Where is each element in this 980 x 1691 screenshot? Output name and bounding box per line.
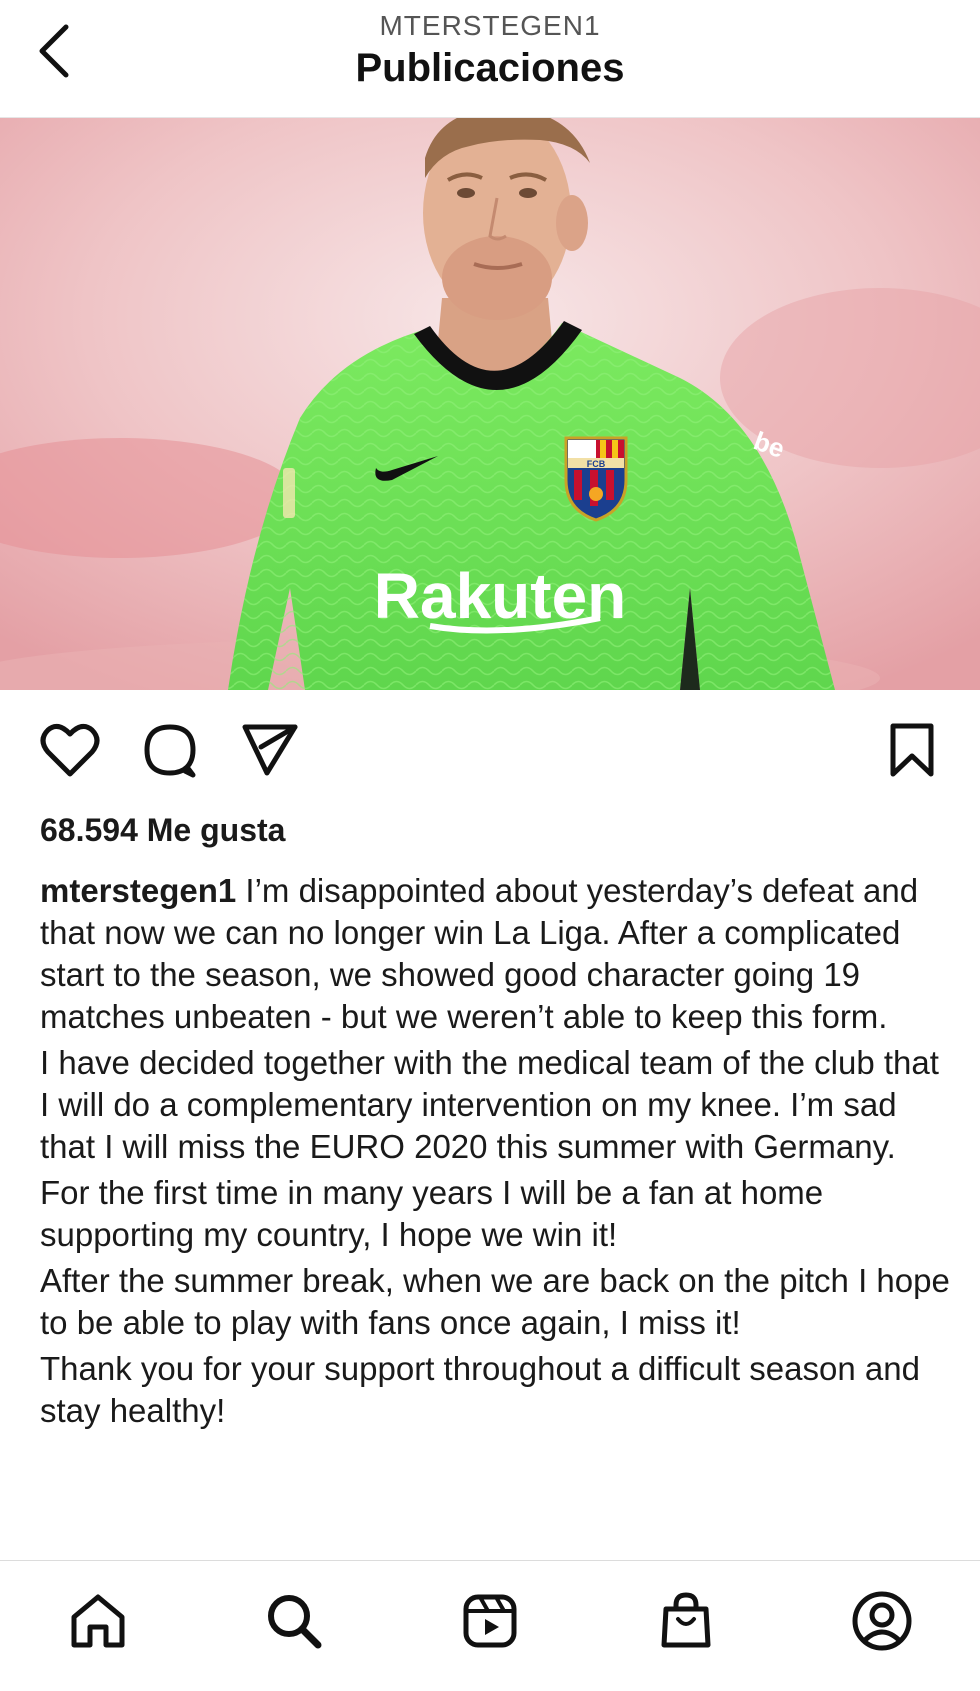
home-icon (68, 1591, 128, 1656)
like-button[interactable] (38, 720, 102, 784)
like-count[interactable]: 68.594 Me gusta (40, 812, 285, 849)
bottom-tab-bar (0, 1561, 980, 1691)
page-title: Publicaciones (355, 46, 625, 90)
shopping-bag-icon (656, 1591, 716, 1656)
header-username: MTERSTEGEN1 (379, 10, 601, 41)
send-icon (241, 721, 299, 784)
comment-icon (141, 721, 199, 784)
comment-button[interactable] (138, 720, 202, 784)
tab-shop[interactable] (646, 1583, 726, 1663)
caption-paragraph: Thank you for your support throughout a … (40, 1350, 920, 1429)
tab-home[interactable] (58, 1583, 138, 1663)
caption-paragraph: I have decided together with the medical… (40, 1044, 939, 1165)
caption-paragraph: After the summer break, when we are back… (40, 1262, 950, 1341)
profile-icon (851, 1590, 913, 1657)
caption-paragraph: For the first time in many years I will … (40, 1174, 824, 1253)
caption-username[interactable]: mterstegen1 (40, 872, 236, 909)
reels-icon (460, 1591, 520, 1656)
post-image[interactable]: FCB be Rakuten (0, 118, 980, 690)
tab-search[interactable] (254, 1583, 334, 1663)
search-icon (264, 1591, 324, 1656)
caption-paragraph: mterstegen1 I’m disappointed about yeste… (40, 870, 950, 1038)
post-caption: mterstegen1 I’m disappointed about yeste… (40, 870, 950, 1436)
top-header: MTERSTEGEN1 Publicaciones (0, 0, 980, 118)
badge-text: FCB (587, 459, 606, 469)
share-button[interactable] (238, 720, 302, 784)
post-actions (0, 710, 980, 790)
tab-reels[interactable] (450, 1583, 530, 1663)
heart-icon (40, 722, 100, 783)
club-badge: FCB (564, 436, 628, 522)
tab-profile[interactable] (842, 1583, 922, 1663)
bookmark-icon (887, 722, 937, 783)
save-button[interactable] (880, 720, 944, 784)
